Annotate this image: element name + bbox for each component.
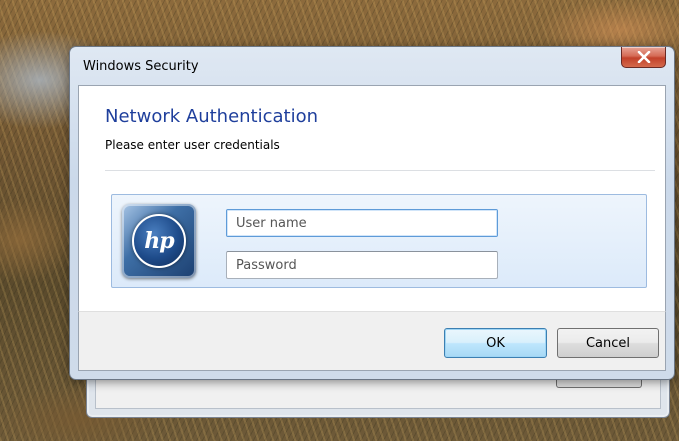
window-title: Windows Security xyxy=(83,59,199,74)
hp-logo-icon: hp xyxy=(122,204,196,278)
windows-security-dialog: Windows Security Network Authentication … xyxy=(69,46,675,380)
hp-logo-badge: hp xyxy=(132,214,186,268)
username-input[interactable] xyxy=(226,209,498,237)
close-button[interactable] xyxy=(621,47,666,68)
cancel-button[interactable]: Cancel xyxy=(557,328,659,358)
close-icon xyxy=(637,51,651,63)
title-bar: Windows Security xyxy=(70,47,674,85)
credential-panel: hp xyxy=(111,194,647,288)
hp-logo-text: hp xyxy=(144,228,174,254)
dialog-subheading: Please enter user credentials xyxy=(105,138,280,152)
ok-button[interactable]: OK xyxy=(444,328,547,358)
dialog-footer: OK Cancel xyxy=(78,311,666,371)
password-input[interactable] xyxy=(226,251,498,279)
divider xyxy=(105,170,655,171)
dialog-heading: Network Authentication xyxy=(105,106,319,127)
dialog-content: Network Authentication Please enter user… xyxy=(78,85,666,312)
